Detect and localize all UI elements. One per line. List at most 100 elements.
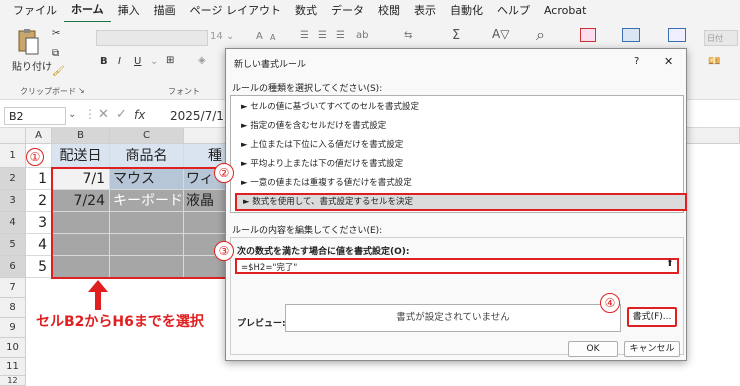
increase-font-button[interactable]: A — [256, 31, 263, 42]
copy-icon[interactable]: ⧉ — [52, 48, 59, 59]
italic-button[interactable]: I — [118, 56, 121, 67]
cell-a4[interactable]: 3 — [26, 212, 52, 234]
orientation-icon[interactable]: ab — [356, 30, 368, 41]
enter-icon[interactable]: ✓ — [116, 107, 127, 122]
fx-icon[interactable]: fx — [134, 108, 145, 122]
cell-a5[interactable]: 4 — [26, 234, 52, 256]
callout-3: ③ — [214, 241, 234, 261]
rule-type-item[interactable]: ► 平均より上または下の値だけを書式設定 — [235, 155, 687, 173]
tab-draw[interactable]: 描画 — [147, 0, 183, 22]
row-header-7[interactable]: 7 — [0, 278, 26, 298]
rule-type-item[interactable]: ► 指定の値を含むセルだけを書式設定 — [235, 117, 687, 135]
fill-color-icon[interactable]: ◈ — [198, 55, 206, 66]
tab-acrobat[interactable]: Acrobat — [537, 0, 593, 22]
tab-automate[interactable]: 自動化 — [443, 0, 490, 22]
wrap-icon[interactable]: ⇆ — [404, 30, 412, 41]
tab-help[interactable]: ヘルプ — [490, 0, 537, 22]
tab-page-layout[interactable]: ページ レイアウト — [183, 0, 288, 22]
cell-a6[interactable]: 5 — [26, 256, 52, 278]
paste-label[interactable]: 貼り付け — [12, 58, 52, 73]
cancel-button[interactable]: キャンセル — [624, 341, 680, 357]
underline-button[interactable]: U — [134, 56, 141, 67]
decrease-font-button[interactable]: A — [270, 33, 275, 42]
tab-file[interactable]: ファイル — [6, 0, 64, 22]
tab-view[interactable]: 表示 — [407, 0, 443, 22]
paste-icon[interactable] — [16, 28, 40, 56]
callout-2: ② — [214, 163, 234, 183]
name-box[interactable]: B2 — [4, 107, 66, 125]
selection-highlight — [51, 167, 227, 279]
rule-type-item[interactable]: ► セルの値に基づいてすべてのセルを書式設定 — [235, 98, 687, 116]
table-format-icon[interactable] — [622, 28, 640, 42]
close-button[interactable]: ✕ — [664, 55, 673, 68]
bold-button[interactable]: B — [100, 56, 108, 67]
number-format-dropdown[interactable]: 日付 — [704, 30, 738, 46]
range-selector-icon[interactable]: ⬆ — [666, 259, 674, 269]
select-rule-type-label: ルールの種類を選択してください(S): — [232, 84, 383, 94]
tab-formulas[interactable]: 数式 — [288, 0, 324, 22]
select-all-corner[interactable] — [0, 128, 26, 144]
dialog-title: 新しい書式ルール — [234, 60, 307, 70]
cell-a3[interactable]: 2 — [26, 190, 52, 212]
ok-button[interactable]: OK — [568, 341, 618, 357]
autosum-icon[interactable]: Σ — [452, 28, 460, 43]
font-group-label: フォント — [168, 87, 200, 96]
row-header-11[interactable]: 11 — [0, 358, 26, 376]
cancel-icon[interactable]: ✕ — [98, 107, 109, 122]
rule-type-item[interactable]: ► 上位または下位に入る値だけを書式設定 — [235, 136, 687, 154]
row-header-10[interactable]: 10 — [0, 338, 26, 358]
clipboard-launcher-icon[interactable]: ↘ — [78, 86, 85, 95]
accounting-icon[interactable]: 💴 — [708, 56, 720, 67]
cell-a2[interactable]: 1 — [26, 168, 52, 190]
font-size-chevron-icon[interactable]: ⌄ — [226, 31, 234, 42]
tab-data[interactable]: データ — [324, 0, 371, 22]
row-header-1[interactable]: 1 — [0, 144, 26, 168]
new-formatting-rule-dialog: 新しい書式ルール ? ✕ ルールの種類を選択してください(S): ► セルの値に… — [214, 48, 687, 361]
row-header-12[interactable]: 12 — [0, 376, 26, 386]
align-right-icon[interactable]: ☰ — [336, 30, 345, 41]
find-icon[interactable]: ⌕ — [536, 25, 545, 45]
selection-annotation: セルB2からH6までを選択 — [34, 310, 206, 332]
format-button[interactable]: 書式(F)... — [627, 307, 677, 327]
align-icon[interactable]: ☰ — [300, 30, 309, 41]
row-header-8[interactable]: 8 — [0, 298, 26, 318]
callout-4: ④ — [600, 293, 620, 313]
formula-condition-label: 次の数式を満たす場合に値を書式設定(O): — [237, 247, 410, 257]
row-header-6[interactable]: 6 — [0, 256, 26, 278]
rule-type-list[interactable]: ► セルの値に基づいてすべてのセルを書式設定 ► 指定の値を含むセルだけを書式設… — [230, 95, 687, 213]
rule-type-item[interactable]: ► 一意の値または重複する値だけを書式設定 — [235, 174, 687, 192]
font-size-value[interactable]: 14 — [210, 31, 223, 42]
row-header-2[interactable]: 2 — [0, 168, 26, 190]
conditional-format-icon[interactable] — [580, 28, 596, 42]
tab-insert[interactable]: 挿入 — [111, 0, 147, 22]
column-header-a[interactable]: A — [26, 128, 52, 144]
format-painter-icon[interactable]: 🖌 — [52, 66, 65, 77]
rule-type-item-formula[interactable]: ► 数式を使用して、書式設定するセルを決定 — [235, 193, 687, 211]
border-icon[interactable]: ⊞ — [166, 55, 174, 66]
sort-filter-icon[interactable]: A▽ — [492, 27, 509, 41]
column-header-b[interactable]: B — [52, 128, 110, 144]
help-button[interactable]: ? — [634, 56, 639, 67]
tab-review[interactable]: 校閲 — [371, 0, 407, 22]
column-header-c[interactable]: C — [110, 128, 184, 144]
preview-label: プレビュー: — [237, 319, 286, 329]
clipboard-group-label: クリップボード — [20, 87, 76, 96]
formula-input[interactable]: =$H2="完了" — [235, 258, 679, 274]
row-header-9[interactable]: 9 — [0, 318, 26, 338]
font-name-dropdown[interactable] — [96, 30, 208, 46]
name-box-chevron-icon[interactable]: ⌄ — [68, 109, 76, 120]
header-product-name[interactable]: 商品名 — [110, 144, 184, 168]
preview-box: 書式が設定されていません — [285, 304, 621, 332]
align-center-icon[interactable]: ☰ — [318, 30, 327, 41]
cell-styles-icon[interactable] — [668, 28, 686, 42]
callout-1: ① — [26, 148, 44, 166]
underline-chevron-icon[interactable]: ⌄ — [150, 56, 158, 67]
row-header-3[interactable]: 3 — [0, 190, 26, 212]
header-delivery-date[interactable]: 配送日 — [52, 144, 110, 168]
row-header-4[interactable]: 4 — [0, 212, 26, 234]
cut-icon[interactable]: ✂ — [52, 28, 60, 39]
tab-home[interactable]: ホーム — [64, 0, 111, 23]
more-icon: ⋮ — [84, 107, 96, 121]
formula-value[interactable]: 2025/7/1 — [170, 109, 224, 123]
row-header-5[interactable]: 5 — [0, 234, 26, 256]
